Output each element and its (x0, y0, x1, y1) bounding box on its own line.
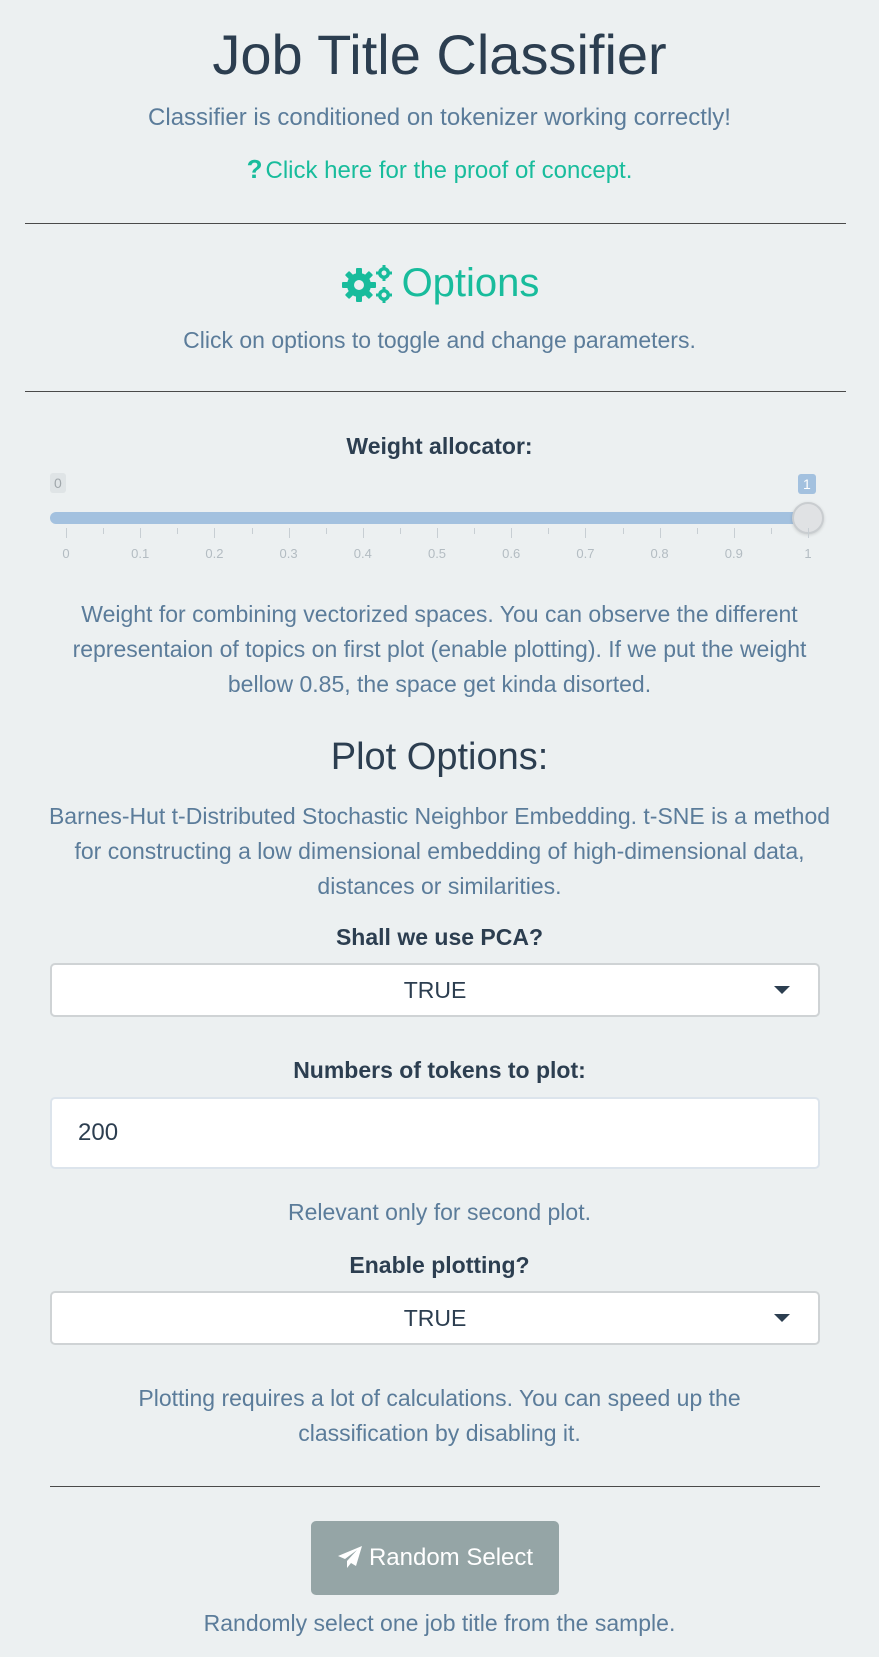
slider-value-label: 1 (798, 474, 816, 494)
slider-tick-label: 0.7 (576, 546, 595, 561)
slider-tick (214, 528, 216, 538)
slider-tick (548, 528, 550, 534)
slider-tick (325, 528, 327, 534)
options-description: Click on options to toggle and change pa… (183, 327, 696, 353)
divider (25, 391, 846, 392)
slider-tick-label: 0.8 (650, 546, 669, 561)
weight-slider-label: Weight allocator: (346, 433, 533, 459)
gears-icon (341, 265, 392, 303)
plot-options-description: Barnes-Hut t-Distributed Stochastic Neig… (48, 803, 831, 899)
options-heading: Options (401, 261, 540, 305)
slider-track[interactable] (50, 512, 802, 524)
slider-min-label: 0 (50, 473, 66, 493)
slider-tick (696, 528, 698, 534)
plotting-select[interactable]: TRUE (50, 1291, 820, 1345)
slider-tick-label: 0 (62, 546, 70, 561)
slider-tick-label: 0.2 (205, 546, 224, 561)
plotting-label: Enable plotting? (349, 1252, 530, 1278)
slider-tick (140, 528, 142, 538)
random-select-button[interactable]: Random Select (311, 1521, 559, 1595)
slider-tick-label: 0.5 (427, 546, 447, 561)
plotting-select-value: TRUE (403, 1305, 467, 1331)
slider-tick (622, 528, 624, 534)
proof-link-label: Click here for the proof of concept. (265, 157, 633, 184)
tokens-label: Numbers of tokens to plot: (293, 1057, 586, 1083)
weight-slider[interactable]: 0 1 0 0.1 0.2 0.3 0.4 0.5 0.6 0.7 0.8 0.9 1 (50, 470, 824, 561)
question-icon: ? (246, 154, 263, 184)
slider-tick (66, 528, 67, 538)
slider-tick (511, 528, 513, 538)
plotting-help-text: Plotting requires a lot of calculations.… (138, 1385, 741, 1446)
page: Job Title Classifier Classifier is condi… (0, 0, 879, 1657)
options-toggle[interactable]: Options (0, 253, 879, 313)
slider-tick (288, 528, 290, 538)
slider-tick (808, 528, 809, 538)
slider-tick (474, 528, 476, 534)
chevron-down-icon (774, 986, 790, 994)
slider-tick-label: 0.9 (724, 546, 743, 561)
slider-tick-label: 0.6 (502, 546, 521, 561)
pca-label: Shall we use PCA? (335, 924, 544, 950)
slider-tick (585, 528, 587, 538)
weight-help-text: Weight for combining vectorized spaces. … (72, 601, 807, 697)
pca-select-value: TRUE (403, 977, 467, 1003)
slider-tick-label: 0.1 (131, 546, 150, 561)
slider-tick (103, 528, 105, 534)
slider-tick (362, 528, 364, 538)
slider-tick (399, 528, 401, 534)
slider-tick (770, 528, 772, 534)
divider (25, 223, 846, 224)
slider-tick-label: 0.4 (353, 546, 372, 561)
slider-tick (177, 528, 179, 534)
pca-select[interactable]: TRUE (50, 963, 820, 1017)
subtitle: Classifier is conditioned on tokenizer w… (148, 104, 731, 131)
random-help-text: Randomly select one job title from the s… (203, 1610, 676, 1636)
tokens-help-text: Relevant only for second plot. (287, 1199, 591, 1225)
slider-tick (659, 528, 661, 538)
page-title: Job Title Classifier (212, 23, 667, 86)
proof-of-concept-link[interactable]: ? Click here for the proof of concept. (0, 153, 879, 187)
chevron-down-icon (774, 1314, 790, 1322)
paper-plane-icon (337, 1546, 362, 1568)
slider-tick (437, 528, 438, 538)
slider-tick (251, 528, 253, 534)
slider-tick-label: 0.3 (279, 546, 298, 561)
random-select-label: Random Select (368, 1544, 534, 1571)
slider-tick-label: 1 (804, 546, 812, 561)
plot-options-heading: Plot Options: (330, 736, 549, 778)
tokens-input[interactable] (50, 1097, 820, 1169)
slider-tick (733, 528, 735, 538)
divider (50, 1486, 820, 1487)
